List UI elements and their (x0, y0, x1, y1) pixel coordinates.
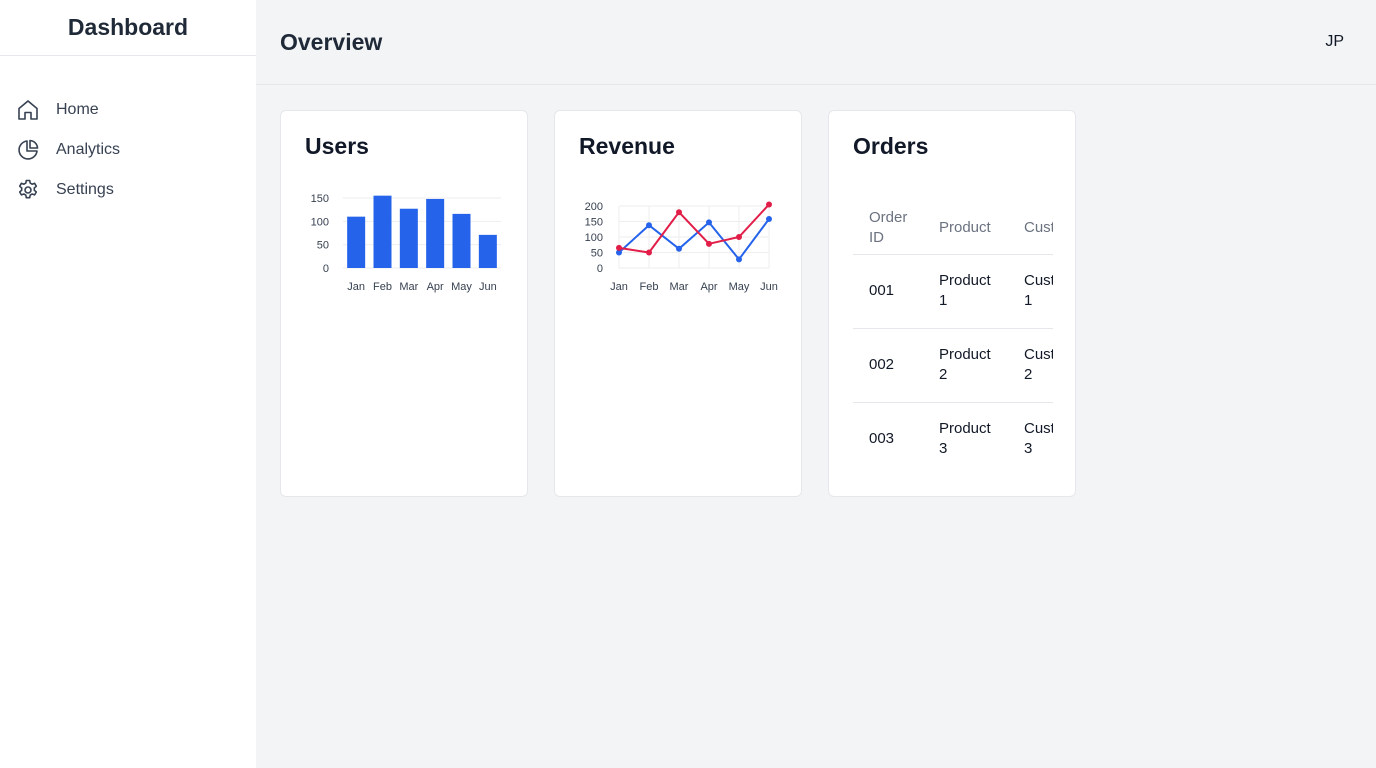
column-header-customer: Customer (1024, 219, 1053, 236)
data-point (676, 209, 682, 216)
bar (373, 195, 392, 268)
table-row: 001 Product 1 Customer 1 (853, 254, 1053, 329)
x-tick-label: Feb (640, 281, 659, 293)
revenue-line-chart: 0 50 100 150 200 Jan Feb Mar Apr May Jun (585, 201, 778, 293)
sidebar-item-home[interactable]: Home (16, 90, 256, 130)
product-cell: Product 1 (923, 254, 1008, 329)
series-line (618, 218, 770, 261)
revenue-card-title: Revenue (579, 133, 675, 159)
bar (399, 208, 418, 268)
orders-card: Orders Order ID Product Customer 001 (828, 110, 1076, 497)
data-point (766, 201, 772, 208)
page-title: Overview (280, 28, 383, 55)
data-point (706, 240, 712, 247)
order-id-cell: 001 (853, 254, 923, 329)
column-header-product: Product (939, 219, 991, 236)
x-tick-label: Feb (373, 281, 392, 293)
pie-chart-icon (16, 138, 40, 162)
revenue-card: Revenue 0 50 100 150 200 Jan Feb Mar Apr May Jun (554, 110, 802, 497)
sidebar-item-analytics[interactable]: Analytics (16, 130, 256, 170)
sidebar-item-label: Analytics (56, 141, 121, 158)
orders-card-title: Orders (853, 133, 929, 159)
product-cell: Product 3 (923, 402, 1008, 476)
y-tick-label: 200 (585, 201, 603, 213)
gear-icon (16, 178, 40, 202)
x-tick-label: Jan (610, 281, 628, 293)
x-tick-label: May (729, 281, 750, 293)
x-tick-label: May (451, 281, 472, 293)
y-tick-label: 0 (597, 263, 603, 275)
sidebar-item-label: Home (56, 101, 99, 118)
data-point (706, 219, 712, 226)
table-row: 003 Product 3 Customer 3 (853, 402, 1053, 476)
y-tick-label: 150 (585, 217, 603, 229)
data-point (616, 244, 622, 251)
data-point (766, 216, 772, 223)
users-card-title: Users (305, 133, 369, 159)
data-point (736, 256, 742, 263)
customer-cell: Customer 2 (1008, 328, 1053, 403)
main-content: Overview JP Users 0 50 100 150 Jan Feb Mar Apr M… (256, 0, 1376, 768)
bar (452, 213, 471, 268)
x-tick-label: Jan (347, 281, 365, 293)
series-line (618, 203, 770, 254)
table-row: 002 Product 2 Customer 2 (853, 328, 1053, 403)
users-card: Users 0 50 100 150 Jan Feb Mar Apr May Jun (280, 110, 528, 497)
top-bar: Overview JP (256, 0, 1376, 85)
y-tick-label: 100 (311, 216, 329, 228)
sidebar-nav: Home Analytics Settings (0, 56, 256, 210)
sidebar-item-settings[interactable]: Settings (16, 170, 256, 210)
y-tick-label: 150 (311, 193, 329, 205)
y-tick-label: 50 (591, 248, 603, 260)
home-icon (16, 98, 40, 122)
orders-table-wrapper[interactable]: Order ID Product Customer 001 Product 1 … (853, 200, 1053, 476)
x-tick-label: Jun (479, 281, 497, 293)
card-grid: Users 0 50 100 150 Jan Feb Mar Apr May Jun Revenu… (280, 110, 1076, 497)
order-id-cell: 003 (853, 402, 923, 476)
y-tick-label: 50 (317, 240, 329, 252)
data-point (676, 245, 682, 252)
x-tick-label: Apr (427, 281, 444, 293)
column-header-order-id: Order ID (869, 209, 908, 246)
y-tick-label: 100 (585, 232, 603, 244)
table-header-row: Order ID Product Customer (853, 200, 1053, 255)
orders-table: Order ID Product Customer 001 Product 1 … (853, 200, 1053, 476)
x-tick-label: Jun (760, 281, 778, 293)
order-id-cell: 002 (853, 328, 923, 403)
bar (347, 216, 366, 268)
x-tick-label: Apr (700, 281, 717, 293)
users-bar-chart: 0 50 100 150 Jan Feb Mar Apr May Jun (311, 193, 501, 293)
user-avatar[interactable]: JP (1325, 33, 1344, 51)
sidebar: Dashboard Home Analytics Settings (0, 0, 256, 768)
bar (478, 234, 497, 268)
product-cell: Product 2 (923, 328, 1008, 403)
data-point (646, 249, 652, 256)
x-tick-label: Mar (399, 281, 418, 293)
bar (426, 198, 445, 268)
brand-title: Dashboard (0, 0, 256, 56)
sidebar-item-label: Settings (56, 181, 114, 198)
y-tick-label: 0 (323, 263, 329, 275)
customer-cell: Customer 1 (1008, 254, 1053, 329)
x-tick-label: Mar (670, 281, 689, 293)
data-point (646, 222, 652, 229)
data-point (736, 234, 742, 240)
customer-cell: Customer 3 (1008, 402, 1053, 476)
